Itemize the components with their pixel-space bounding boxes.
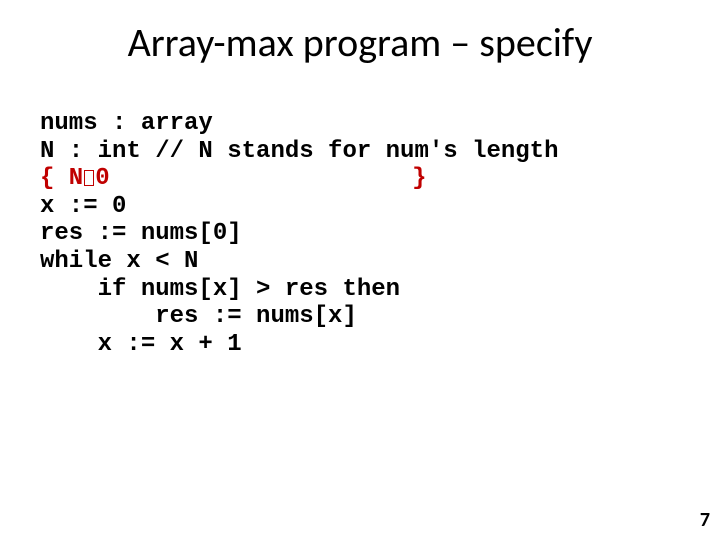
code-line-2: N : int // N stands for num's length: [40, 138, 558, 165]
relation-glyph-icon: [84, 170, 94, 186]
code-line-7: if nums[x] > res then: [40, 276, 400, 303]
code-line-9: x := x + 1: [40, 331, 242, 358]
precond-open: { N: [40, 165, 83, 192]
page-number: 7: [700, 508, 710, 532]
precondition-line: { N 0 }: [40, 165, 426, 192]
code-block: nums : array N : int // N stands for num…: [40, 110, 558, 358]
code-line-8: res := nums[x]: [40, 303, 357, 330]
code-line-1: nums : array: [40, 110, 213, 137]
precond-zero: 0: [95, 165, 109, 192]
code-line-6: while x < N: [40, 248, 198, 275]
code-line-5: res := nums[0]: [40, 220, 242, 247]
code-line-4: x := 0: [40, 193, 126, 220]
precond-close: }: [110, 165, 427, 192]
slide-title: Array-max program – specify: [0, 0, 720, 67]
slide: Array-max program – specify nums : array…: [0, 0, 720, 540]
